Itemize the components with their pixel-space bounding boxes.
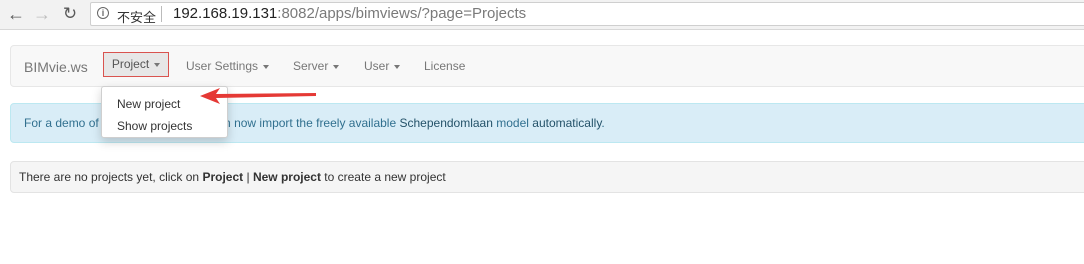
empty-projects-message: There are no projects yet, click on Proj… bbox=[10, 161, 1084, 193]
well-text-start: There are no projects yet, click on bbox=[19, 170, 200, 184]
caret-down-icon bbox=[154, 62, 161, 67]
menu-item-show-projects[interactable]: Show projects bbox=[102, 115, 227, 137]
nav-item-server[interactable]: Server bbox=[293, 46, 340, 86]
automatically-link[interactable]: automatically bbox=[532, 116, 601, 130]
nav-item-project-label: Project bbox=[111, 57, 150, 71]
well-text-end: to create a new project bbox=[324, 170, 446, 184]
schependomlaan-link[interactable]: Schependomlaan bbox=[400, 116, 493, 130]
forward-arrow-icon[interactable]: → bbox=[32, 4, 52, 24]
nav-item-user-settings-label: User Settings bbox=[186, 59, 259, 73]
info-icon[interactable]: i bbox=[97, 7, 109, 19]
address-separator bbox=[161, 6, 162, 22]
nav-item-license[interactable]: License bbox=[424, 46, 465, 86]
nav-item-project[interactable]: Project bbox=[103, 52, 169, 77]
nav-item-license-label: License bbox=[424, 59, 466, 73]
url-text[interactable]: 192.168.19.131:8082/apps/bimviews/?page=… bbox=[173, 5, 526, 22]
well-separator: | bbox=[246, 170, 250, 184]
caret-down-icon bbox=[394, 64, 401, 69]
browser-toolbar: ← → ↻ i 不安全 192.168.19.131:8082/apps/bim… bbox=[0, 0, 1084, 30]
caret-down-icon bbox=[263, 64, 270, 69]
navbar-brand[interactable]: BIMvie.ws bbox=[24, 59, 88, 75]
security-label[interactable]: 不安全 bbox=[117, 7, 156, 26]
well-project-bold: Project bbox=[202, 170, 244, 184]
caret-down-icon bbox=[333, 64, 340, 69]
url-path: :8082/apps/bimviews/?page=Projects bbox=[277, 5, 527, 22]
alert-prefix: For a demo of bbox=[24, 116, 99, 130]
nav-item-user[interactable]: User bbox=[364, 46, 401, 86]
nav-item-user-settings[interactable]: User Settings bbox=[186, 46, 270, 86]
reload-icon[interactable]: ↻ bbox=[60, 4, 80, 24]
navbar: BIMvie.ws Project User Settings Server U… bbox=[10, 45, 1084, 87]
annotation-arrow-icon bbox=[200, 88, 316, 104]
well-new-project-bold: New project bbox=[252, 170, 321, 184]
alert-period: . bbox=[601, 116, 605, 130]
nav-item-user-label: User bbox=[364, 59, 390, 73]
nav-item-server-label: Server bbox=[293, 59, 329, 73]
alert-model-text: model bbox=[496, 116, 529, 130]
url-host: 192.168.19.131 bbox=[173, 5, 278, 22]
address-bar[interactable]: i 不安全 192.168.19.131:8082/apps/bimviews/… bbox=[90, 2, 1084, 26]
back-arrow-icon[interactable]: ← bbox=[6, 4, 26, 24]
